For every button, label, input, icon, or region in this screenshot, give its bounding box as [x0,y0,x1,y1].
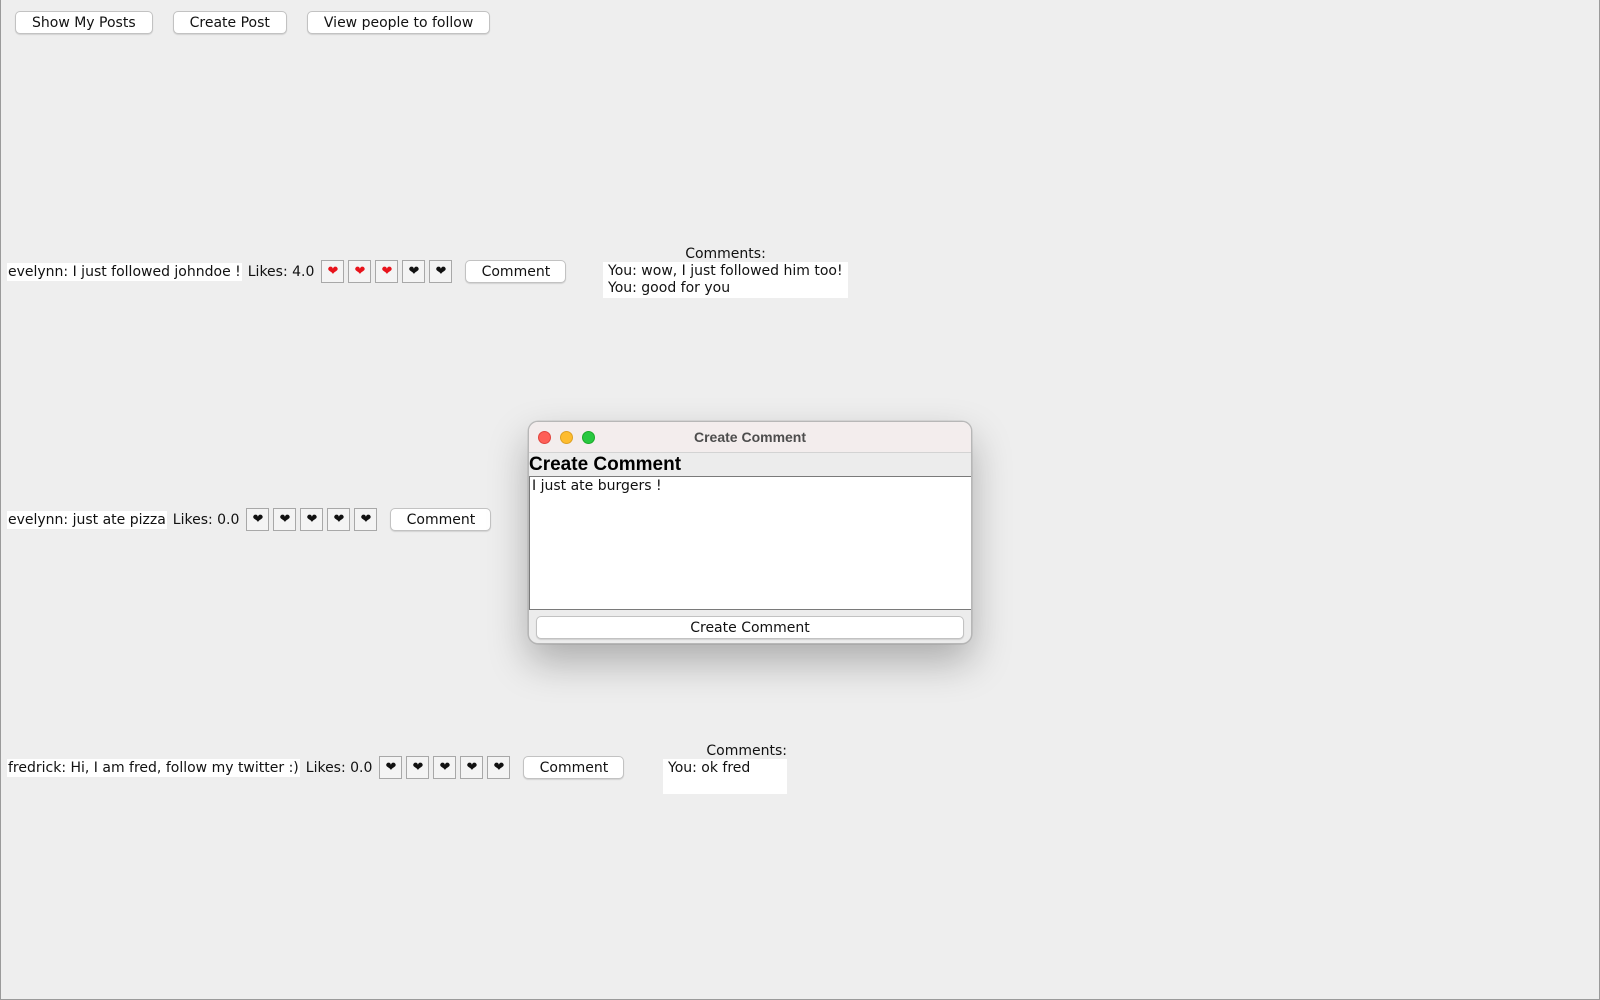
heart-icon[interactable]: ❤ [354,508,378,531]
like-buttons: ❤ ❤ ❤ ❤ ❤ [321,260,453,283]
create-post-button[interactable]: Create Post [172,11,287,34]
heart-icon[interactable]: ❤ [246,508,270,531]
toolbar: Show My Posts Create Post View people to… [15,11,491,34]
dialog-titlebar[interactable]: Create Comment [529,422,971,453]
show-my-posts-button[interactable]: Show My Posts [15,11,153,34]
comment-item: You: good for you [608,280,731,296]
comment-button[interactable]: Comment [465,260,567,283]
dialog-footer: Create Comment [529,610,971,643]
comments-panel: Comments: You: wow, I just followed him … [603,246,848,298]
heart-icon[interactable]: ❤ [327,508,351,531]
comments-list: You: ok fred [663,759,787,794]
heart-icon[interactable]: ❤ [406,756,430,779]
heart-icon[interactable]: ❤ [460,756,484,779]
heart-icon[interactable]: ❤ [433,756,457,779]
maximize-icon[interactable] [582,431,595,444]
close-icon[interactable] [538,431,551,444]
create-comment-dialog: Create Comment Create Comment I just ate… [528,421,972,644]
comment-item: You: wow, I just followed him too! [608,263,843,279]
heart-icon[interactable]: ❤ [379,756,403,779]
heart-icon[interactable]: ❤ [348,260,372,283]
window-controls [538,431,595,444]
heart-icon[interactable]: ❤ [375,260,399,283]
comments-title: Comments: [685,246,766,262]
window-title: Create Comment [693,429,807,445]
heart-icon[interactable]: ❤ [321,260,345,283]
heart-icon[interactable]: ❤ [402,260,426,283]
heart-icon[interactable]: ❤ [273,508,297,531]
post-text: evelynn: I just followed johndoe ! [7,262,242,281]
heart-icon[interactable]: ❤ [487,756,511,779]
post-row: evelynn: I just followed johndoe ! Likes… [7,260,567,283]
likes-count: Likes: 0.0 [172,511,240,528]
post-row: fredrick: Hi, I am fred, follow my twitt… [7,756,625,779]
comment-item: You: ok fred [668,760,751,776]
comment-button[interactable]: Comment [523,756,625,779]
likes-count: Likes: 0.0 [305,759,373,776]
create-comment-button[interactable]: Create Comment [536,616,964,639]
comments-panel: Comments: You: ok fred [663,743,787,794]
comment-button[interactable]: Comment [390,508,492,531]
dialog-heading: Create Comment [529,453,971,477]
post-text: fredrick: Hi, I am fred, follow my twitt… [7,758,300,777]
minimize-icon[interactable] [560,431,573,444]
comment-text-input[interactable]: I just ate burgers ! [529,477,971,610]
like-buttons: ❤ ❤ ❤ ❤ ❤ [379,756,511,779]
like-buttons: ❤ ❤ ❤ ❤ ❤ [246,508,378,531]
comments-list: You: wow, I just followed him too! You: … [603,262,848,298]
comments-title: Comments: [706,743,787,759]
heart-icon[interactable]: ❤ [300,508,324,531]
post-text: evelynn: just ate pizza [7,510,167,529]
post-row: evelynn: just ate pizza Likes: 0.0 ❤ ❤ ❤… [7,508,492,531]
view-people-to-follow-button[interactable]: View people to follow [306,11,491,34]
heart-icon[interactable]: ❤ [429,260,453,283]
likes-count: Likes: 4.0 [247,263,315,280]
